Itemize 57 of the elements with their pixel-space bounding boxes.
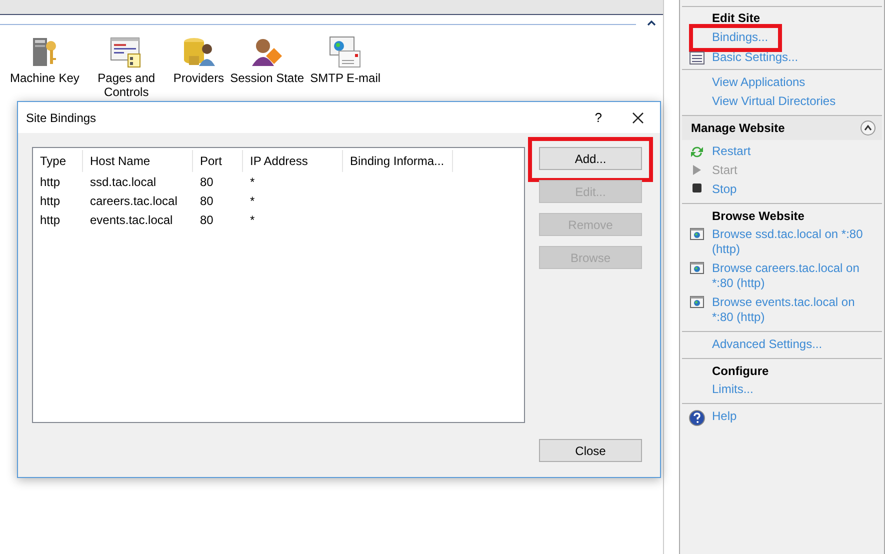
form-page-icon[interactable] [110, 36, 142, 68]
browser-globe-icon [690, 262, 704, 274]
table-cell-text: ssd.tac.local [89, 174, 158, 188]
table-cell-text: http [39, 212, 62, 226]
column-header[interactable]: Host Name [83, 150, 193, 172]
mail-web-icon[interactable] [329, 36, 362, 68]
action-link[interactable]: Browse ssd.tac.local on *:80 (http) [712, 227, 878, 257]
table-cell-text: * [249, 174, 256, 188]
section-title: Manage Website [691, 121, 785, 135]
stop-icon [692, 183, 702, 193]
section-title: Browse Website [711, 208, 806, 225]
section-title: Configure [711, 363, 770, 380]
table-cell-text: http [39, 194, 62, 208]
column-header[interactable]: Type [33, 150, 83, 172]
feature-label[interactable]: Machine Key [10, 71, 80, 85]
table-cell-text: careers.tac.local [89, 194, 178, 208]
help-button[interactable]: ? [594, 110, 602, 125]
database-users-icon[interactable] [182, 36, 216, 68]
help-icon [689, 410, 705, 426]
column-header[interactable]: Port [193, 150, 243, 172]
feature-label[interactable]: Session State [230, 71, 304, 85]
feature-label[interactable]: SMTP E-mail [310, 71, 381, 85]
person-diamond-icon[interactable] [250, 36, 284, 68]
action-link[interactable]: Browse events.tac.local on *:80 (http) [712, 295, 878, 325]
action-link[interactable]: Help [712, 409, 878, 424]
close-button[interactable]: Close [539, 439, 642, 462]
action-link[interactable]: Restart [712, 144, 878, 159]
table-cell-text: 80 [199, 212, 214, 226]
column-header[interactable]: Binding Informa... [343, 150, 453, 172]
action-link[interactable]: Stop [712, 182, 878, 197]
action-link[interactable]: Browse careers.tac.local on *:80 (http) [712, 261, 878, 291]
play-icon [692, 164, 702, 176]
action-link[interactable]: Limits... [712, 382, 878, 397]
collapse-icon[interactable] [647, 20, 656, 26]
table-cell-text: 80 [199, 174, 214, 188]
action-link[interactable]: Bindings... [712, 30, 768, 45]
refresh-icon [690, 145, 704, 159]
column-header[interactable]: IP Address [243, 150, 343, 172]
table-cell-text: * [249, 194, 256, 208]
close-icon[interactable] [632, 112, 644, 124]
section-title: Edit Site [711, 10, 762, 27]
table-cell-text: http [39, 174, 62, 188]
browser-globe-icon [690, 296, 704, 308]
table-cell-text: 80 [199, 194, 214, 208]
action-link[interactable]: View Applications [712, 75, 878, 90]
browser-globe-icon [690, 228, 704, 240]
action-link[interactable]: Advanced Settings... [712, 337, 878, 352]
feature-label[interactable]: Pages and Controls [85, 71, 168, 99]
feature-label[interactable]: Providers [173, 71, 224, 85]
action-link[interactable]: View Virtual Directories [712, 94, 878, 109]
action-link[interactable]: Basic Settings... [712, 50, 878, 65]
window-title: Site Bindings [26, 110, 96, 124]
table-cell-text: events.tac.local [89, 212, 174, 226]
dialog-button[interactable]: Add... [539, 147, 642, 170]
collapse-icon[interactable] [860, 120, 876, 136]
document-icon [689, 51, 705, 65]
table-cell-text: * [249, 212, 256, 226]
